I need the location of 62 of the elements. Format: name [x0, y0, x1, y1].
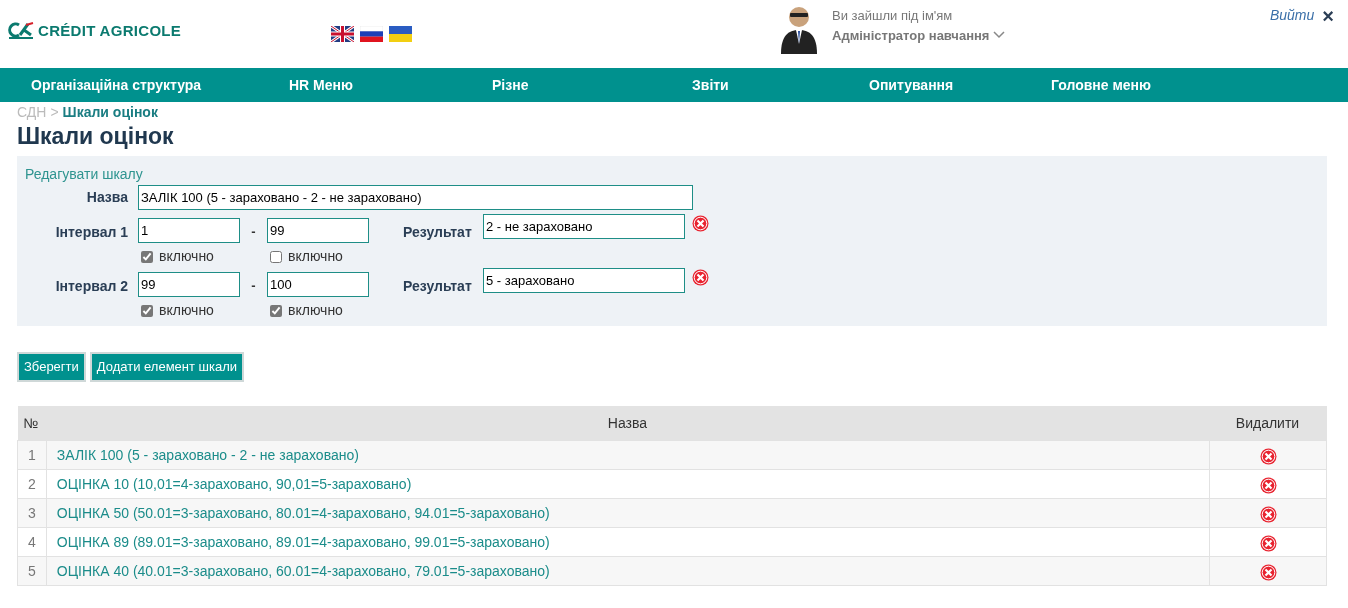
interval-to-field[interactable]: 99	[267, 218, 369, 244]
column-header: Назва	[46, 405, 1210, 441]
dash-separator: -	[250, 223, 257, 242]
checkbox-label: включно	[288, 301, 343, 321]
delete-icon[interactable]	[692, 269, 709, 287]
checkbox-label: включно	[288, 247, 343, 267]
result-input-field[interactable]: 2 - не зараховано	[483, 214, 685, 240]
row-number: 2	[17, 469, 47, 499]
field-label: Результат	[403, 223, 473, 243]
login-caption: Ви зайшли під ім'ям	[832, 7, 954, 25]
nav-link-item[interactable]: Звіти	[692, 74, 729, 96]
field-label: Інтервал 1	[54, 223, 129, 243]
row-number: 5	[17, 556, 47, 586]
interval-to-field[interactable]: 100	[267, 272, 369, 298]
nav-link-item[interactable]: Організаційна структура	[31, 74, 202, 96]
dash-separator: -	[250, 277, 257, 296]
inclusive-checkbox[interactable]	[270, 304, 282, 317]
inclusive-checkbox[interactable]	[270, 250, 282, 263]
ukraine-flag-icon[interactable]	[389, 26, 412, 42]
delete-icon[interactable]	[692, 215, 709, 233]
breadcrumb-current: Шкали оцінок	[62, 104, 158, 121]
column-header: №	[17, 405, 47, 441]
field-label: Інтервал 2	[54, 277, 129, 297]
delete-icon[interactable]	[1259, 563, 1277, 581]
row-number: 4	[17, 527, 47, 557]
nav-link-item[interactable]: Головне меню	[1051, 74, 1151, 96]
interval-from-field[interactable]: 1	[138, 218, 240, 244]
uk-flag-icon[interactable]	[331, 26, 354, 42]
column-header: Видалити	[1209, 405, 1327, 441]
delete-icon[interactable]	[1259, 476, 1277, 494]
name-input-field[interactable]: ЗАЛІК 100 (5 - зараховано - 2 - не зараховано)	[138, 185, 693, 211]
action-button[interactable]: Додати елемент шкали	[89, 352, 245, 382]
russia-flag-icon[interactable]	[360, 26, 383, 42]
section-legend: Редагувати шкалу	[25, 164, 1319, 186]
delete-icon[interactable]	[1259, 447, 1277, 465]
field-label: Назва	[85, 188, 129, 208]
logout-link[interactable]: Вийти	[1269, 5, 1315, 26]
row-number: 1	[17, 440, 47, 470]
user-name[interactable]: Адміністратор навчання	[832, 25, 990, 45]
checkbox-label: включно	[159, 301, 214, 321]
close-icon[interactable]: ×	[1322, 5, 1334, 26]
delete-icon[interactable]	[1259, 534, 1277, 552]
chevron-down-icon[interactable]	[993, 31, 1006, 40]
scale-link[interactable]: ЗАЛІК 100 (5 - зараховано - 2 - не зараховано)	[56, 446, 359, 463]
action-button[interactable]: Зберегти	[17, 352, 86, 382]
breadcrumb-separator: >	[50, 104, 59, 121]
row-number: 3	[17, 498, 47, 528]
interval-from-field[interactable]: 99	[138, 272, 240, 298]
logo-icon	[8, 22, 34, 41]
checkbox-label: включно	[159, 247, 214, 267]
page-title: Шкали оцінок	[17, 122, 175, 151]
result-input-field[interactable]: 5 - зараховано	[483, 268, 685, 294]
delete-icon[interactable]	[1259, 505, 1277, 523]
nav-link-item[interactable]: Різне	[492, 74, 529, 96]
nav-link-item[interactable]: HR Меню	[289, 74, 353, 96]
inclusive-checkbox[interactable]	[141, 250, 153, 263]
inclusive-checkbox[interactable]	[141, 304, 153, 317]
logo-text: CRÉDIT AGRICOLE	[38, 21, 182, 41]
nav-link-item[interactable]: Опитування	[869, 74, 954, 96]
avatar-silhouette	[780, 4, 818, 54]
field-label: Результат	[403, 277, 473, 297]
scale-link[interactable]: ОЦІНКА 10 (10,01=4-зараховано, 90,01=5-зараховано)	[56, 475, 412, 492]
